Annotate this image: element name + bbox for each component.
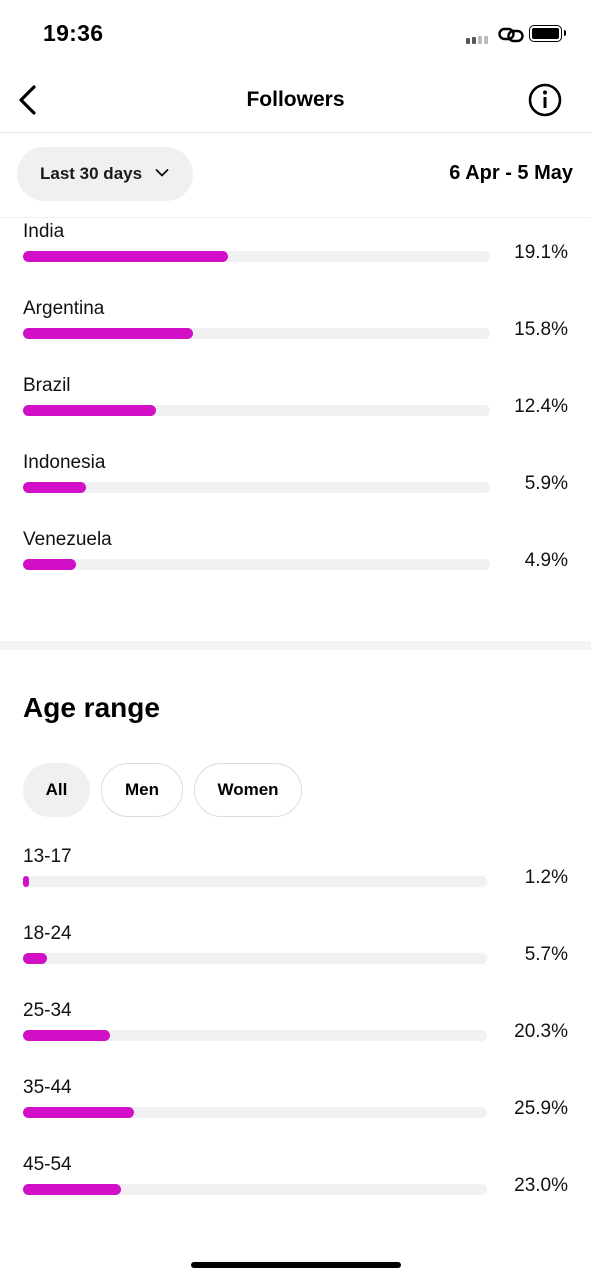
link-icon (498, 27, 524, 43)
bar-fill (23, 559, 76, 570)
age-label: 45-54 (23, 1154, 72, 1175)
bar-fill (23, 953, 48, 964)
age-value: 25.9% (514, 1098, 568, 1119)
country-value: 4.9% (524, 550, 568, 571)
period-dropdown[interactable]: Last 30 days (17, 147, 193, 201)
country-label: Brazil (23, 375, 71, 396)
filter-row: Last 30 days 6 Apr - 5 May (0, 133, 591, 218)
bar-track (23, 405, 490, 416)
country-row: Indonesia 5.9% (0, 452, 591, 529)
country-value: 15.8% (514, 319, 568, 340)
country-label: Venezuela (23, 529, 112, 550)
chevron-down-icon (155, 169, 169, 177)
country-row: India 19.1% (0, 221, 591, 298)
battery-icon (529, 25, 566, 42)
bar-fill (23, 1107, 134, 1118)
country-label: India (23, 221, 65, 242)
bar-fill (23, 1184, 122, 1195)
status-time: 19:36 (43, 20, 104, 46)
info-icon[interactable] (528, 83, 562, 117)
bar-fill (23, 1030, 110, 1041)
bar-fill (23, 405, 157, 416)
age-label: 13-17 (23, 846, 72, 867)
country-label: Indonesia (23, 452, 106, 473)
country-row: Venezuela 4.9% (0, 529, 591, 606)
country-label: Argentina (23, 298, 105, 319)
age-value: 20.3% (514, 1021, 568, 1042)
segment-all[interactable]: All (23, 763, 90, 817)
country-value: 12.4% (514, 396, 568, 417)
home-indicator (191, 1262, 401, 1268)
age-row: 35-44 25.9% (0, 1077, 591, 1154)
status-bar: 19:36 (0, 0, 591, 70)
bar-track (23, 876, 487, 887)
age-label: 35-44 (23, 1077, 72, 1098)
age-row: 45-54 23.0% (0, 1154, 591, 1231)
bar-track (23, 1107, 487, 1118)
age-range-title: Age range (23, 692, 160, 723)
segment-women[interactable]: Women (194, 763, 302, 817)
bar-track (23, 1184, 487, 1195)
country-value: 19.1% (514, 242, 568, 263)
nav-bar: Followers (0, 70, 591, 133)
country-row: Brazil 12.4% (0, 375, 591, 452)
age-label: 18-24 (23, 923, 72, 944)
bar-track (23, 328, 490, 339)
bar-track (23, 482, 490, 493)
bar-track (23, 559, 490, 570)
segment-men[interactable]: Men (101, 763, 183, 817)
age-value: 5.7% (524, 944, 568, 965)
age-row: 18-24 5.7% (0, 923, 591, 1000)
country-row: Argentina 15.8% (0, 298, 591, 375)
page-title: Followers (246, 88, 345, 111)
bar-track (23, 1030, 487, 1041)
section-divider (0, 641, 591, 650)
bar-track (23, 953, 487, 964)
period-label: Last 30 days (40, 164, 143, 183)
date-range: 6 Apr - 5 May (449, 162, 573, 184)
age-row: 13-17 1.2% (0, 846, 591, 923)
age-label: 25-34 (23, 1000, 72, 1021)
age-row: 25-34 20.3% (0, 1000, 591, 1077)
age-value: 23.0% (514, 1175, 568, 1196)
country-value: 5.9% (524, 473, 568, 494)
signal-icon (466, 34, 492, 44)
bar-fill (23, 251, 229, 262)
bar-track (23, 251, 490, 262)
bar-fill (23, 482, 87, 493)
bar-fill (23, 328, 193, 339)
bar-fill (23, 876, 29, 887)
age-value: 1.2% (524, 867, 568, 888)
